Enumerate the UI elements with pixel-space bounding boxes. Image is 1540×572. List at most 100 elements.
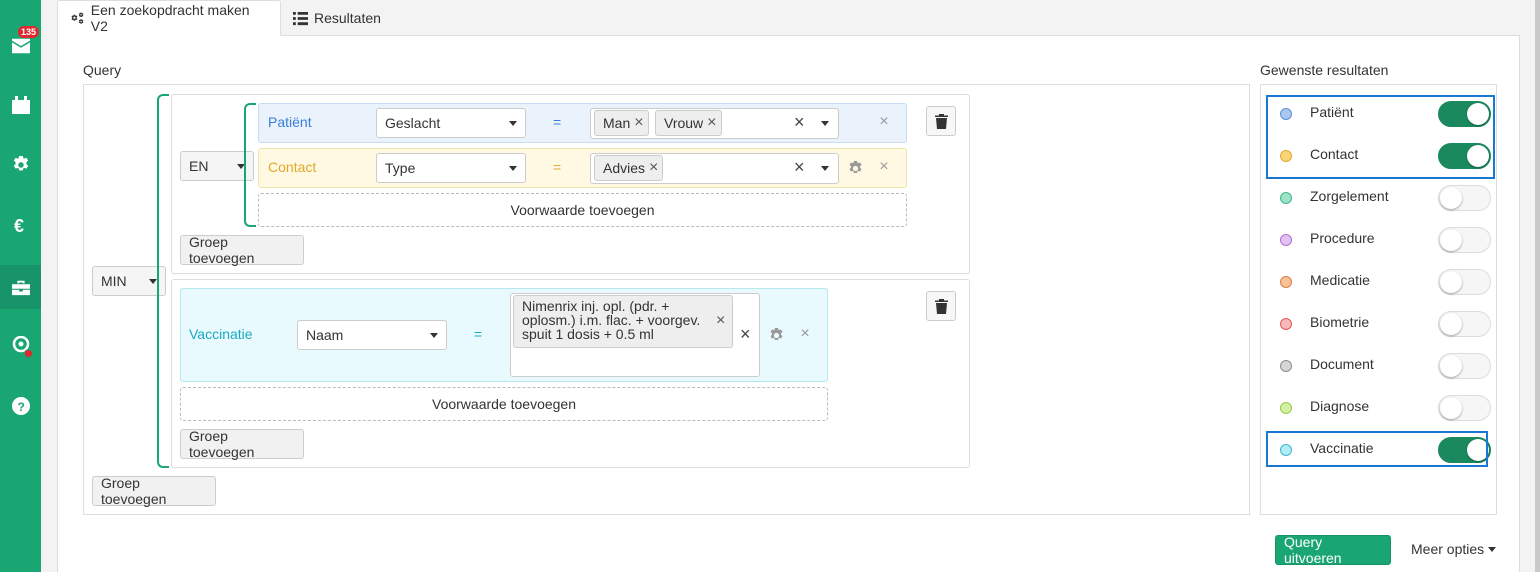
query-panel: Query Gewenste resultaten MIN EN Patiënt…: [57, 35, 1520, 572]
chip-remove-icon[interactable]: ×: [707, 114, 716, 132]
condition-settings-icon[interactable]: [768, 327, 784, 343]
group-1-operator-value: EN: [189, 158, 209, 174]
trash-icon: [934, 298, 948, 314]
chip-remove-icon[interactable]: ×: [634, 114, 643, 132]
remove-condition-icon[interactable]: ×: [797, 324, 813, 344]
chip-label: Vrouw: [664, 115, 704, 131]
condition-entity-label: Contact: [268, 159, 317, 175]
briefcase-icon: [11, 280, 30, 296]
sidebar-item-location[interactable]: [0, 323, 41, 367]
query-label: Query: [83, 62, 122, 78]
tab-query-builder[interactable]: Een zoekopdracht maken V2: [57, 0, 281, 36]
root-operator-select[interactable]: MIN: [92, 266, 166, 296]
svg-text:€: €: [14, 216, 24, 234]
toggle-knob: [1440, 229, 1462, 251]
more-options-dropdown[interactable]: Meer opties: [1411, 541, 1497, 557]
clear-values-icon[interactable]: ×: [794, 112, 805, 133]
result-toggle[interactable]: [1438, 185, 1491, 211]
result-color-dot: [1280, 318, 1292, 330]
result-color-dot: [1280, 276, 1292, 288]
add-group-button[interactable]: Groep toevoegen: [180, 234, 304, 266]
scrollbar[interactable]: [1535, 0, 1540, 572]
result-label: Diagnose: [1310, 398, 1370, 414]
result-toggle[interactable]: [1438, 143, 1491, 169]
condition-field-select[interactable]: Naam: [297, 320, 447, 350]
result-color-dot: [1280, 192, 1292, 204]
result-toggle[interactable]: [1438, 101, 1491, 127]
result-toggle[interactable]: [1438, 311, 1491, 337]
condition-field-value: Geslacht: [385, 115, 441, 131]
result-toggle[interactable]: [1438, 269, 1491, 295]
delete-group-button[interactable]: [926, 106, 956, 136]
condition-operator: =: [474, 326, 483, 342]
root-operator-value: MIN: [101, 273, 127, 289]
result-label: Zorgelement: [1310, 188, 1389, 204]
result-row: Vaccinatie: [1270, 429, 1495, 471]
clear-values-icon[interactable]: ×: [740, 324, 751, 345]
chip-remove-icon[interactable]: ×: [649, 159, 658, 177]
tab-resultaten[interactable]: Resultaten: [281, 0, 393, 36]
more-options-label: Meer opties: [1411, 541, 1485, 557]
chevron-down-icon: [509, 165, 517, 171]
result-color-dot: [1280, 234, 1292, 246]
sidebar-item-settings[interactable]: [0, 143, 41, 187]
mail-badge: 135: [18, 26, 40, 38]
root-bracket: [157, 94, 169, 468]
condition-field-value: Naam: [306, 327, 344, 343]
result-row: Biometrie: [1270, 303, 1495, 345]
sidebar-item-research[interactable]: [0, 265, 41, 309]
add-group-button[interactable]: Groep toevoegen: [180, 428, 304, 460]
list-icon: [293, 11, 308, 25]
result-color-dot: [1280, 360, 1292, 372]
chevron-down-icon[interactable]: [821, 166, 829, 171]
add-root-group-button[interactable]: Groep toevoegen: [92, 475, 216, 507]
result-label: Medicatie: [1310, 272, 1370, 288]
toggle-knob: [1440, 187, 1462, 209]
calendar-icon: [11, 96, 30, 114]
condition-field-select[interactable]: Type: [376, 153, 526, 183]
chevron-down-icon: [430, 332, 438, 338]
result-color-dot: [1280, 150, 1292, 162]
result-label: Biometrie: [1310, 314, 1370, 330]
toggle-knob: [1467, 145, 1489, 167]
condition-field-select[interactable]: Geslacht: [376, 108, 526, 138]
remove-condition-icon[interactable]: ×: [876, 157, 892, 177]
run-query-button[interactable]: Query uitvoeren: [1275, 534, 1391, 566]
result-toggle[interactable]: [1438, 353, 1491, 379]
condition-entity-label: Patiënt: [268, 114, 312, 130]
result-toggle[interactable]: [1438, 395, 1491, 421]
chip-label: Man: [603, 115, 631, 131]
mail-icon: [11, 38, 30, 54]
condition-operator: =: [553, 159, 562, 175]
result-row: Diagnose: [1270, 387, 1495, 429]
result-label: Vaccinatie: [1310, 440, 1374, 456]
sidebar-item-finance[interactable]: €: [0, 203, 41, 247]
add-condition-button[interactable]: Voorwaarde toevoegen: [258, 193, 907, 227]
delete-group-button[interactable]: [926, 291, 956, 321]
group-1-operator-select[interactable]: EN: [180, 151, 254, 181]
toggle-knob: [1440, 355, 1462, 377]
remove-condition-icon[interactable]: ×: [876, 112, 892, 132]
result-row: Zorgelement: [1270, 177, 1495, 219]
add-condition-button[interactable]: Voorwaarde toevoegen: [180, 387, 828, 421]
clear-values-icon[interactable]: ×: [794, 157, 805, 178]
euro-icon: €: [14, 216, 24, 234]
condition-entity-label: Vaccinatie: [189, 326, 253, 342]
result-row: Patiënt: [1270, 93, 1495, 135]
result-label: Document: [1310, 356, 1374, 372]
main-area: Een zoekopdracht maken V2 Resultaten Que…: [57, 0, 1520, 572]
result-row: Document: [1270, 345, 1495, 387]
trash-icon: [934, 113, 948, 129]
condition-settings-icon[interactable]: [847, 160, 863, 176]
chip-remove-icon[interactable]: ×: [716, 313, 725, 329]
sidebar-item-help[interactable]: ?: [0, 384, 41, 428]
chevron-down-icon[interactable]: [821, 121, 829, 126]
result-toggle[interactable]: [1438, 227, 1491, 253]
toggle-knob: [1467, 439, 1489, 461]
value-chip: Vrouw ×: [655, 110, 722, 136]
svg-text:?: ?: [17, 400, 24, 414]
sidebar-item-calendar[interactable]: [0, 83, 41, 127]
result-row: Medicatie: [1270, 261, 1495, 303]
sidebar-item-mail[interactable]: 135: [0, 24, 41, 68]
result-toggle[interactable]: [1438, 437, 1491, 463]
